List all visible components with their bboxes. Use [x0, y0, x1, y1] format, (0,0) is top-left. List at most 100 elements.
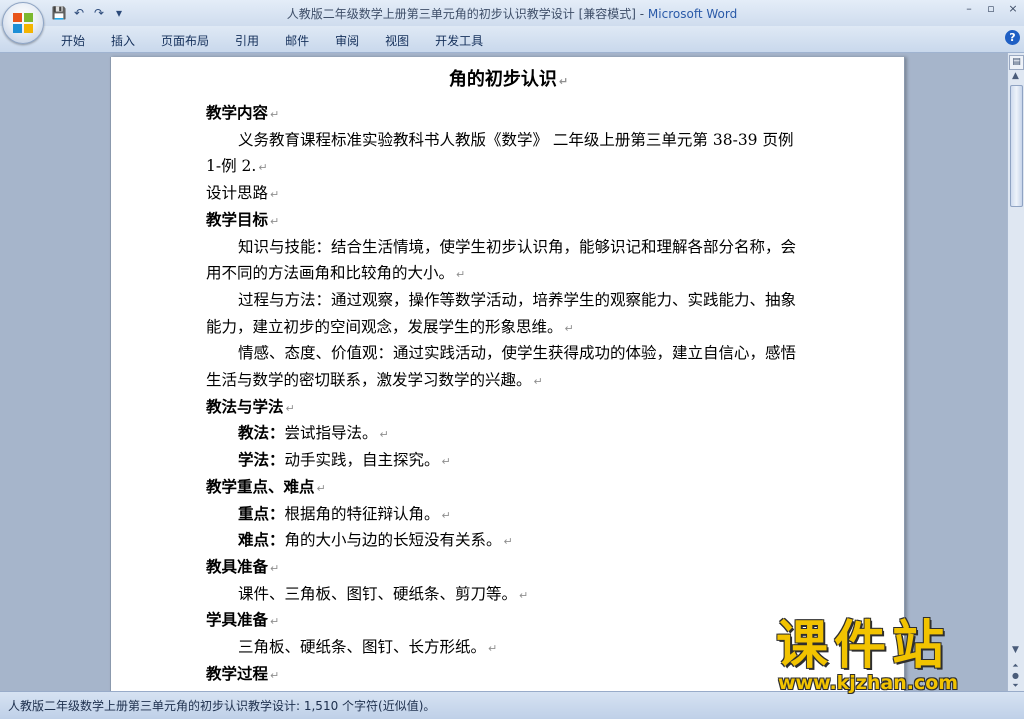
document-line: 教学目标 ↵ [206, 208, 279, 230]
watermark-logo: 课件站 [776, 616, 951, 676]
window-title: 人教版二年级数学上册第三单元角的初步认识教学设计 [兼容模式] - Micros… [0, 5, 1024, 22]
line-text: 学具准备 [206, 610, 269, 630]
paragraph-mark: ↵ [270, 214, 280, 228]
document-line: 课件、三角板、图钉、硬纸条、剪刀等。 ↵ [238, 582, 528, 604]
document-line: 学法：动手实践，自主探究。 ↵ [238, 448, 451, 470]
tab-home[interactable]: 开始 [48, 30, 98, 51]
scroll-up-icon[interactable]: ▲ [1009, 71, 1022, 83]
minimize-button[interactable]: – [962, 2, 976, 16]
line-text: 情感、态度、价值观：通过实践活动，使学生获得成功的体验，建立自信心，感悟 [238, 344, 797, 363]
next-page-icon[interactable]: ⏷ [1009, 681, 1022, 691]
document-line: 生活与数学的密切联系，激发学习数学的兴趣。 ↵ [206, 368, 543, 390]
line-text: 1-例 2. [206, 157, 257, 176]
document-line: 重点：根据角的特征辩认角。 ↵ [238, 502, 451, 524]
line-text: 根据角的特征辩认角。 [284, 504, 440, 523]
line-text: 教学内容 [206, 103, 269, 122]
watermark-url: www.kjzhan.com [778, 672, 959, 694]
scroll-thumb[interactable] [1010, 85, 1023, 207]
document-line: 教法与学法 ↵ [206, 395, 295, 417]
ribbon: 开始 插入 页面布局 引用 邮件 审阅 视图 开发工具 ? [0, 26, 1024, 53]
paragraph-mark: ↵ [270, 188, 280, 202]
paragraph-mark: ↵ [558, 75, 569, 88]
paragraph-mark: ↵ [441, 508, 451, 522]
line-text: 教学目标 [206, 209, 269, 229]
line-text: 用不同的方法画角和比较角的大小。 [206, 264, 455, 283]
paragraph-mark: ↵ [270, 668, 280, 682]
line-text: 动手实践，自主探究。 [284, 451, 440, 470]
line-text: 课件、三角板、图钉、硬纸条、剪刀等。 [238, 584, 518, 603]
tab-page-layout[interactable]: 页面布局 [148, 30, 222, 51]
document-line: 能力，建立初步的空间观念，发展学生的形象思维。 ↵ [206, 315, 574, 337]
document-line: 教学内容 ↵ [206, 101, 279, 123]
line-text: 角的大小与边的长短没有关系。 [284, 531, 502, 550]
document-workspace: 角的初步认识 ↵ 教学内容 ↵ 义务教育课程标准实验教科书人教版《数学》 二年级上册第… [0, 53, 1008, 691]
paragraph-mark: ↵ [456, 268, 466, 282]
paragraph-mark: ↵ [488, 642, 498, 655]
status-text: 人教版二年级数学上册第三单元角的初步认识教学设计: 1,510 个字符(近似值)… [8, 699, 436, 713]
close-button[interactable]: × [1006, 2, 1020, 16]
maximize-button[interactable]: ▫ [984, 2, 998, 16]
line-label: 重点： [238, 503, 285, 523]
line-text: 设计思路 [206, 184, 269, 203]
tab-developer[interactable]: 开发工具 [422, 30, 496, 51]
document-line: 教法：尝试指导法。 ↵ [238, 421, 389, 443]
paragraph-mark: ↵ [533, 375, 543, 388]
line-text: 义务教育课程标准实验教科书人教版《数学》 二年级上册第三单元第 38-39 页例 [238, 130, 794, 149]
tab-insert[interactable]: 插入 [98, 30, 148, 51]
document-line: 义务教育课程标准实验教科书人教版《数学》 二年级上册第三单元第 38-39 页例 [238, 128, 793, 150]
document-line: 过程与方法：通过观察，操作等数学活动，培养学生的观察能力、实践能力、抽象 [238, 288, 796, 310]
line-label: 教法： [238, 423, 285, 443]
document-page[interactable]: 角的初步认识 ↵ 教学内容 ↵ 义务教育课程标准实验教科书人教版《数学》 二年级上册第… [110, 57, 905, 691]
line-label: 难点： [238, 530, 285, 550]
tab-mailings[interactable]: 邮件 [272, 30, 322, 51]
line-text: 知识与技能：结合生活情境，使学生初步认识角，能够识记和理解各部分名称，会 [238, 237, 797, 256]
select-browse-object-icon[interactable]: ● [1009, 671, 1022, 681]
paragraph-mark: ↵ [441, 455, 451, 469]
line-text: 教学过程 [206, 663, 269, 683]
title-bar: 💾 ↶ ↷ ▾ 人教版二年级数学上册第三单元角的初步认识教学设计 [兼容模式] … [0, 0, 1024, 26]
document-line: 情感、态度、价值观：通过实践活动，使学生获得成功的体验，建立自信心，感悟 [238, 341, 796, 363]
site-watermark: 课件站 www.kjzhan.com [772, 618, 1008, 696]
document-line: 学具准备 ↵ [206, 608, 279, 630]
paragraph-mark: ↵ [519, 588, 529, 602]
line-text: 三角板、硬纸条、图钉、长方形纸。 [238, 638, 487, 656]
document-title: 角的初步认识 ↵ [448, 69, 569, 90]
document-line: 教具准备 ↵ [206, 555, 279, 577]
tab-view[interactable]: 视图 [372, 30, 422, 51]
document-name: 人教版二年级数学上册第三单元角的初步认识教学设计 [兼容模式] - [286, 7, 648, 21]
tab-references[interactable]: 引用 [222, 30, 272, 51]
app-name: Microsoft Word [647, 7, 738, 21]
previous-page-icon[interactable]: ⏶ [1009, 661, 1022, 671]
vertical-scrollbar[interactable]: ▤ ▲ ▼ ⏶ ● ⏷ [1007, 53, 1024, 691]
scroll-down-icon[interactable]: ▼ [1009, 645, 1022, 657]
document-line: 教学重点、难点 ↵ [206, 475, 326, 497]
line-text: 教法与学法 [206, 396, 284, 416]
paragraph-mark: ↵ [258, 161, 268, 175]
document-line: 设计思路 ↵ [206, 181, 279, 203]
document-line: 1-例 2. ↵ [206, 154, 268, 176]
paragraph-mark: ↵ [379, 428, 389, 442]
office-logo-icon [13, 13, 33, 33]
paragraph-mark: ↵ [270, 561, 280, 575]
document-line: 教学过程 ↵ [206, 662, 279, 684]
line-text: 教具准备 [206, 556, 269, 576]
help-button[interactable]: ? [1005, 30, 1020, 45]
office-button[interactable] [2, 2, 44, 44]
paragraph-mark: ↵ [285, 401, 295, 415]
document-line: 用不同的方法画角和比较角的大小。 ↵ [206, 261, 465, 283]
line-text: 能力，建立初步的空间观念，发展学生的形象思维。 [206, 317, 563, 336]
line-text: 教学重点、难点 [206, 476, 315, 496]
document-line: 三角板、硬纸条、图钉、长方形纸。 ↵ [238, 635, 497, 657]
paragraph-mark: ↵ [503, 535, 513, 549]
document-line: 知识与技能：结合生活情境，使学生初步认识角，能够识记和理解各部分名称，会 [238, 235, 796, 257]
line-text: 生活与数学的密切联系，激发学习数学的兴趣。 [206, 371, 532, 389]
window-controls: – ▫ × [962, 2, 1020, 16]
view-ruler-icon[interactable]: ▤ [1009, 55, 1024, 70]
tab-review[interactable]: 审阅 [322, 30, 372, 51]
paragraph-mark: ↵ [564, 321, 574, 335]
line-text: 尝试指导法。 [284, 424, 378, 443]
paragraph-mark: ↵ [270, 108, 280, 121]
paragraph-mark: ↵ [316, 481, 326, 495]
ribbon-tabs: 开始 插入 页面布局 引用 邮件 审阅 视图 开发工具 [48, 30, 496, 51]
line-text: 过程与方法：通过观察，操作等数学活动，培养学生的观察能力、实践能力、抽象 [238, 290, 797, 309]
